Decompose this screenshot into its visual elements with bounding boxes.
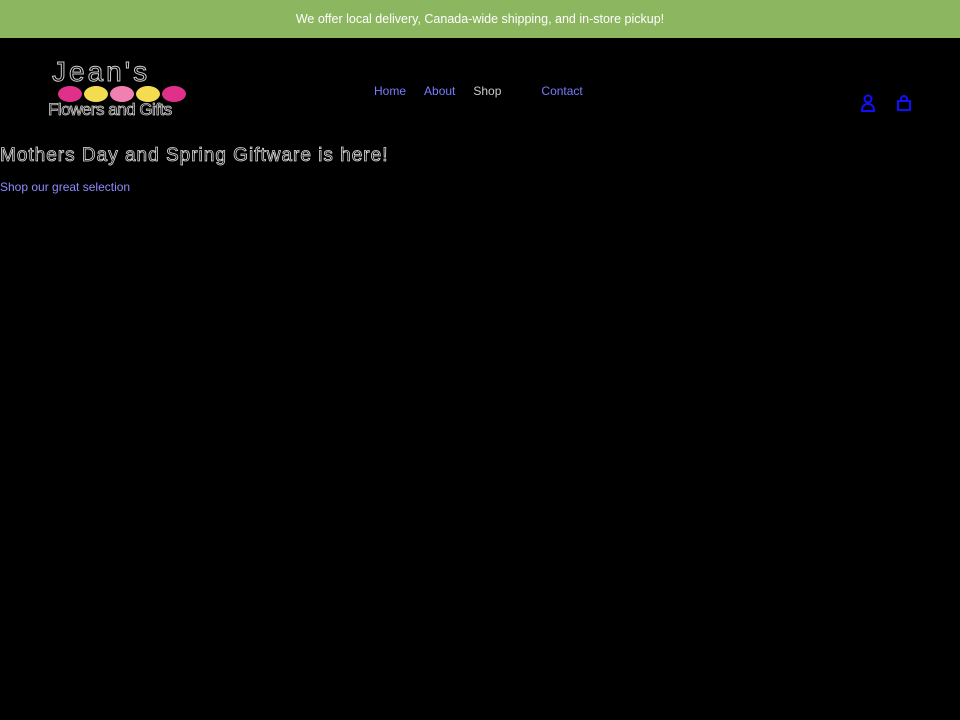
logo-line2: Flowers and Gifts: [48, 100, 173, 120]
nav-home[interactable]: Home: [374, 84, 406, 98]
nav-contact[interactable]: Contact: [541, 84, 582, 98]
cart-icon[interactable]: [896, 94, 912, 112]
main-nav: Home About Shop Contact: [374, 84, 601, 98]
nav-about[interactable]: About: [424, 84, 455, 98]
shop-selection-link[interactable]: Shop our great selection: [0, 180, 130, 194]
logo[interactable]: Jean's Flowers and Gifts: [48, 56, 186, 154]
logo-line1: Jean's: [51, 56, 151, 88]
announcement-text: We offer local delivery, Canada-wide shi…: [295, 12, 665, 26]
account-icon[interactable]: [860, 94, 876, 112]
hero-title: Mothers Day and Spring Giftware is here!: [0, 145, 389, 167]
announcement-bar: We offer local delivery, Canada-wide shi…: [0, 0, 960, 38]
nav-shop[interactable]: Shop: [473, 84, 501, 98]
